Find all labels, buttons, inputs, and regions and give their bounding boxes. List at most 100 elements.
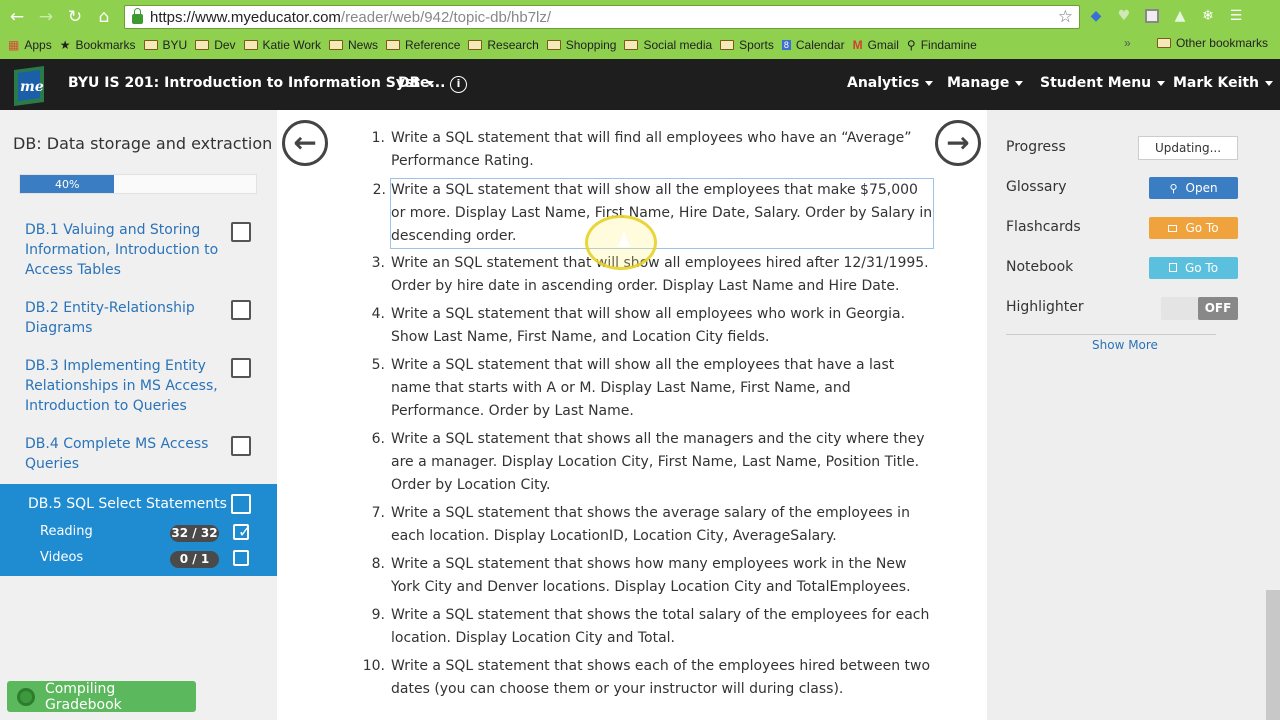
extension-square-icon[interactable] <box>1142 6 1162 26</box>
folder-icon <box>243 40 258 50</box>
question-item: 9. Write a SQL statement that shows the t… <box>371 607 930 646</box>
star-icon: ★ <box>59 38 71 52</box>
question-item: 8. Write a SQL statement that shows how m… <box>371 556 911 595</box>
topic-sidebar: DB: Data storage and extraction 40% DB.1… <box>0 110 277 720</box>
question-item: 5. Write a SQL statement that will show a… <box>371 357 895 419</box>
flashcards-goto-label: Go To <box>1185 221 1219 235</box>
bookmark-bookmarks[interactable]: ★ Bookmarks <box>60 38 136 52</box>
flashcards-goto-button[interactable]: Go To <box>1149 217 1238 239</box>
student-menu-label: Student Menu <box>1040 75 1152 91</box>
bookmark-sports[interactable]: Sports <box>720 38 774 52</box>
folder-icon <box>624 40 639 50</box>
folder-icon <box>1156 38 1171 48</box>
section-db1-link[interactable]: DB.1 Valuing and Storing Information, In… <box>25 220 225 280</box>
user-name: Mark Keith <box>1173 75 1260 91</box>
bookmark-dev[interactable]: Dev <box>195 38 236 52</box>
bookmark-star-icon[interactable]: ☆ <box>1058 7 1073 27</box>
videos-link[interactable]: Videos <box>40 550 83 565</box>
reading-checkbox[interactable]: ✓ <box>233 522 251 541</box>
reload-icon[interactable]: ↻ <box>63 5 87 29</box>
progress-status: Updating... <box>1138 136 1238 160</box>
caret-down-icon <box>1015 80 1024 86</box>
student-menu[interactable]: Student Menu <box>1040 75 1166 91</box>
section-db4-checkbox[interactable] <box>231 436 251 456</box>
bookmark-research[interactable]: Research <box>468 38 539 52</box>
section-db2-checkbox[interactable] <box>231 300 251 320</box>
question-item-highlighted[interactable]: 2. Write a SQL statement that will show a… <box>373 178 934 249</box>
notebook-goto-label: Go To <box>1184 261 1219 275</box>
bookmark-shopping[interactable]: Shopping <box>546 38 616 52</box>
url-host: https://www.myeducator.com <box>150 8 341 26</box>
extension-diamond-icon[interactable]: ◆ <box>1086 6 1106 26</box>
active-section: DB.5 SQL Select Statements Reading 32 / … <box>0 484 277 576</box>
section-db3-checkbox[interactable] <box>231 358 251 378</box>
home-icon[interactable]: ⌂ <box>92 5 116 29</box>
bookmark-apps[interactable]: ▦ Apps <box>8 38 52 52</box>
db-menu[interactable]: DB <box>398 75 435 91</box>
glossary-label: Glossary <box>1006 179 1067 195</box>
menu-icon[interactable]: ☰ <box>1226 6 1246 26</box>
manage-menu[interactable]: Manage <box>947 75 1024 91</box>
scrollbar[interactable] <box>1266 590 1280 720</box>
question-item: 1. Write a SQL statement that will find a… <box>371 130 912 169</box>
bookmark-news[interactable]: News <box>329 38 378 52</box>
progress-fill: 40% <box>20 175 115 193</box>
section-db1-checkbox[interactable] <box>231 222 251 242</box>
section-db3-link[interactable]: DB.3 Implementing Entity Relationships i… <box>25 356 225 416</box>
extension-puzzle-icon[interactable]: ▲ <box>1170 6 1190 26</box>
compiling-gradebook-button[interactable]: Compiling Gradebook <box>7 681 196 713</box>
section-db2-link[interactable]: DB.2 Entity-Relationship Diagrams <box>25 298 225 338</box>
highlighter-state: OFF <box>1198 297 1238 320</box>
back-icon[interactable]: ← <box>5 5 29 29</box>
caret-down-icon <box>1265 80 1274 86</box>
previous-page-arrow-icon[interactable]: ← <box>282 120 328 166</box>
bookmark-byu[interactable]: BYU <box>143 38 187 52</box>
bookmarks-overflow-icon[interactable]: » <box>1124 36 1131 50</box>
course-title[interactable]: BYU IS 201: Introduction to Information … <box>68 75 445 91</box>
forward-icon[interactable]: → <box>34 5 58 29</box>
caret-down-icon <box>925 80 934 86</box>
folder-icon <box>195 40 210 50</box>
info-icon[interactable]: i <box>450 76 467 93</box>
address-bar[interactable]: https://www.myeducator.com/reader/web/94… <box>124 5 1080 29</box>
notebook-icon <box>1168 263 1177 272</box>
question-item: 7. Write a SQL statement that shows the a… <box>371 505 910 544</box>
section-db5-link[interactable]: DB.5 SQL Select Statements <box>28 496 227 512</box>
reading-badge: 32 / 32 <box>170 525 219 542</box>
bookmark-social-media[interactable]: Social media <box>624 38 712 52</box>
glossary-open-label: Open <box>1185 181 1218 195</box>
folder-icon <box>720 40 735 50</box>
section-db4-link[interactable]: DB.4 Complete MS Access Queries <box>25 434 225 474</box>
glossary-open-button[interactable]: ⚲ Open <box>1149 177 1238 199</box>
user-menu[interactable]: Mark Keith <box>1173 75 1274 91</box>
mouse-cursor-icon <box>618 231 630 247</box>
bookmark-findamine[interactable]: ⚲ Findamine <box>907 38 977 52</box>
section-db5-checkbox[interactable] <box>231 494 251 514</box>
bookmark-katie-work[interactable]: Katie Work <box>243 38 321 52</box>
db-menu-label: DB <box>398 75 421 91</box>
bookmark-gmail[interactable]: M Gmail <box>853 38 899 52</box>
extension-heart-icon[interactable]: ♥ <box>1114 6 1134 26</box>
logo-text: me <box>20 79 44 95</box>
analytics-label: Analytics <box>847 75 920 91</box>
notebook-goto-button[interactable]: Go To <box>1149 257 1238 279</box>
next-page-arrow-icon[interactable]: → <box>935 120 981 166</box>
videos-checkbox[interactable] <box>233 550 249 566</box>
question-item: 4. Write a SQL statement that will show a… <box>371 306 906 345</box>
show-more-link[interactable]: Show More <box>1092 338 1158 352</box>
topic-progress-bar: 40% <box>19 174 257 194</box>
tools-panel: Progress Updating... Glossary ⚲ Open Flas… <box>987 110 1280 720</box>
topic-title: DB: Data storage and extraction <box>13 134 273 153</box>
bookmark-reference[interactable]: Reference <box>386 38 460 52</box>
highlighter-toggle[interactable]: OFF <box>1161 297 1238 320</box>
reader-content: ← → 1. Write a SQL statement that will fi… <box>277 110 987 720</box>
bookmark-other[interactable]: Other bookmarks <box>1156 36 1268 50</box>
analytics-menu[interactable]: Analytics <box>847 75 934 91</box>
bookmark-calendar[interactable]: 8 Calendar <box>781 38 845 52</box>
flashcards-label: Flashcards <box>1006 219 1081 235</box>
videos-badge: 0 / 1 <box>170 551 219 568</box>
extension-snowflake-icon[interactable]: ❄ <box>1198 6 1218 26</box>
question-item: 10. Write a SQL statement that shows each… <box>362 658 931 697</box>
myeducator-logo[interactable]: me <box>10 64 48 108</box>
reading-link[interactable]: Reading <box>40 524 93 539</box>
